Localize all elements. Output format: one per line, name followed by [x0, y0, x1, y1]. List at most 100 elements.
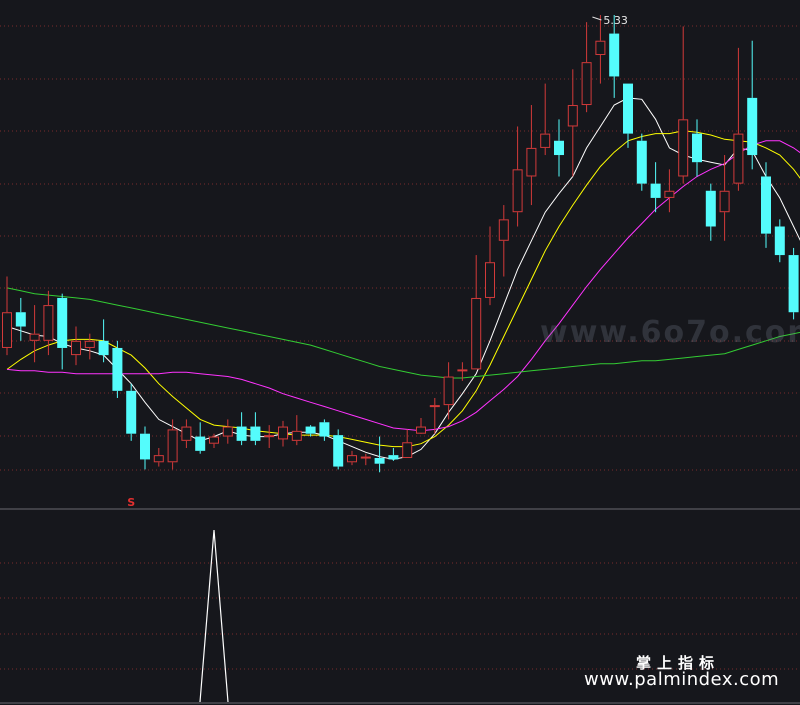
candle: [57, 293, 68, 370]
candle-body: [374, 457, 385, 464]
candle: [388, 447, 399, 461]
candle: [650, 162, 661, 213]
candle: [512, 126, 523, 227]
candle: [140, 426, 150, 470]
candle-body: [747, 97, 758, 156]
candle: [43, 290, 54, 356]
candle: [692, 119, 702, 177]
candle: [719, 155, 730, 241]
candle: [443, 362, 454, 420]
candle-body: [526, 147, 537, 177]
candle: [360, 453, 371, 466]
candle: [664, 169, 675, 213]
candle-body: [43, 305, 54, 341]
candle: [222, 419, 233, 444]
candle: [319, 419, 330, 441]
candle-body: [761, 176, 771, 234]
candle-body: [167, 429, 178, 463]
candle-body: [126, 390, 137, 434]
candle-body: [360, 456, 371, 459]
candle: [209, 433, 219, 448]
candle: [153, 447, 164, 467]
candle: [84, 333, 95, 360]
candle-body: [222, 426, 233, 437]
candle-body: [429, 405, 440, 408]
candle-body: [112, 347, 123, 391]
candle-body: [305, 426, 316, 434]
moving-average-line: [6, 130, 800, 448]
candle: [526, 105, 537, 206]
candle-body: [692, 133, 702, 163]
candle: [402, 429, 413, 458]
candle: [623, 83, 633, 148]
candle: [98, 319, 109, 363]
candle: [567, 69, 578, 177]
watermark-url: www.palmindex.com: [584, 669, 780, 690]
candle: [333, 429, 344, 470]
candle: [250, 412, 261, 446]
candle-body: [457, 369, 468, 372]
candle-body: [250, 426, 261, 441]
candle-body: [29, 333, 40, 341]
candle-body: [236, 426, 247, 441]
candle: [278, 420, 288, 447]
candle-body: [609, 33, 620, 77]
candle: [264, 425, 275, 448]
candle: [236, 412, 247, 446]
candle: [29, 305, 40, 363]
candle-body: [719, 190, 730, 213]
candle-body: [650, 183, 661, 198]
candle-body: [140, 433, 150, 460]
candle-body: [443, 376, 454, 406]
candle: [554, 119, 564, 177]
candle: [747, 40, 758, 170]
candle-body: [471, 297, 482, 370]
candle: [498, 205, 509, 277]
candle: [347, 450, 357, 466]
high-price-label: 5.33: [603, 14, 628, 27]
candle: [609, 15, 620, 98]
candle: [636, 133, 647, 191]
candle-body: [333, 435, 344, 467]
candle: [485, 226, 495, 306]
candle: [15, 297, 26, 341]
candle: [788, 247, 799, 320]
candle: [126, 383, 137, 441]
candle-body: [347, 455, 357, 463]
watermark-site: www.6o7o.com: [540, 315, 800, 350]
candle-body: [209, 436, 219, 444]
candles: [2, 15, 799, 473]
candle-body: [498, 219, 509, 241]
signal-label: S: [127, 496, 135, 509]
candle: [195, 422, 206, 454]
candle-body: [181, 426, 192, 441]
candle-body: [678, 119, 689, 177]
candle: [471, 255, 482, 370]
candle-body: [84, 340, 95, 348]
candle-body: [388, 455, 399, 460]
candle-body: [623, 83, 633, 134]
candle: [71, 326, 81, 366]
candle-body: [664, 190, 675, 198]
candle-body: [636, 140, 647, 184]
candle-body: [788, 255, 799, 313]
candle-body: [153, 455, 164, 463]
candle-body: [733, 133, 744, 184]
candle: [291, 415, 302, 446]
candle-body: [416, 426, 426, 434]
candle-body: [278, 426, 288, 440]
candle: [540, 83, 551, 156]
indicator-spike-line: [199, 529, 229, 703]
candle-body: [98, 340, 109, 356]
candle: [581, 22, 592, 113]
candle-body: [581, 62, 592, 106]
candle-body: [567, 105, 578, 127]
candle-body: [2, 312, 12, 348]
candle-body: [540, 133, 551, 148]
candle: [733, 47, 744, 191]
candlestick-chart: 5.33 S: [0, 14, 800, 704]
candle-body: [774, 226, 785, 256]
candle: [678, 26, 689, 184]
candle: [761, 162, 771, 248]
candle: [374, 436, 385, 473]
